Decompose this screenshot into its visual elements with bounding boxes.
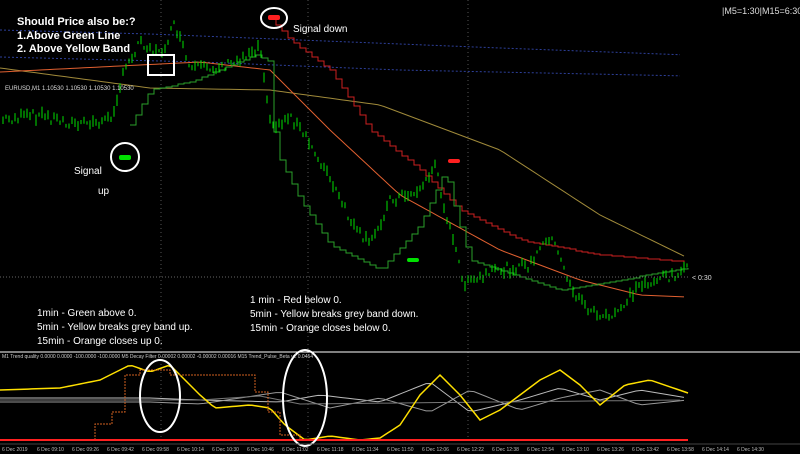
price-label: < 0:30 [692,275,712,282]
yellow-band-line [0,67,685,257]
signal-down-label: Signal down [293,24,348,35]
time-axis-label: 6 Dec 12:22 [457,447,484,453]
time-axis-label: 6 Dec 2019 [2,447,28,453]
down-notes: 1 min - Red below 0. 5min - Yellow break… [250,294,418,336]
time-axis-label: 6 Dec 12:54 [527,447,554,453]
price-candles [2,20,688,321]
question-point-2: 2. Above Yellow Band [17,43,131,55]
time-axis-label: 6 Dec 12:06 [422,447,449,453]
time-axis-label: 6 Dec 14:14 [702,447,729,453]
time-axis-label: 6 Dec 09:42 [107,447,134,453]
time-axis-label: 6 Dec 09:10 [37,447,64,453]
symbol-header: EURUSD,M1 1.10530 1.10530 1.10530 1.1053… [5,86,134,92]
signal-up-label-2: up [98,186,110,197]
up-note-3: 15min - Orange closes up 0. [37,336,163,347]
time-axis-label: 6 Dec 11:50 [387,447,414,453]
oscillator-orange-step [94,369,301,440]
time-axis-label: 6 Dec 13:26 [597,447,624,453]
oscillator-yellow [0,364,689,441]
time-axis-label: 6 Dec 11:18 [317,447,344,453]
time-axis-label: 6 Dec 13:42 [632,447,659,453]
green-signal-marker [407,258,419,262]
up-note-1: 1min - Green above 0. [37,308,137,319]
time-axis-label: 6 Dec 11:02 [282,447,309,453]
time-axis-label: 6 Dec 09:58 [142,447,169,453]
down-note-1: 1 min - Red below 0. [250,295,342,306]
question-title: Should Price also be:? [17,16,136,28]
signal-up-label: Signal [74,166,102,177]
down-note-3: 15min - Orange closes below 0. [250,323,391,334]
down-note-2: 5min - Yellow breaks grey band down. [250,309,419,320]
time-axis-label: 6 Dec 14:30 [737,447,764,453]
up-notes: 1min - Green above 0. 5min - Yellow brea… [37,307,193,349]
signal-down-marker [268,15,280,20]
time-axis-label: 6 Dec 10:14 [177,447,204,453]
chart-canvas[interactable] [0,0,800,454]
indicator-up-circle [139,359,181,433]
question-point-1: 1.Above Green Line [17,30,121,42]
oscillator-grey-1 [0,382,685,412]
time-axis-label: 6 Dec 13:10 [562,447,589,453]
signal-up-marker [119,155,131,160]
red-signal-marker [448,159,460,163]
up-note-2: 5min - Yellow breaks grey band up. [37,322,193,333]
orange-line [0,61,685,298]
time-axis-label: 6 Dec 11:34 [352,447,379,453]
time-axis-label: 6 Dec 10:46 [247,447,274,453]
time-axis-label: 6 Dec 10:30 [212,447,239,453]
time-axis-label: 6 Dec 13:58 [667,447,694,453]
time-axis-label: 6 Dec 09:26 [72,447,99,453]
indicator-header: M1 Trend quality 0.0000 0.0000 -100.0000… [2,354,314,360]
timeframe-info: |M5=1:30|M15=6:30 [722,6,800,16]
time-axis-label: 6 Dec 12:38 [492,447,519,453]
